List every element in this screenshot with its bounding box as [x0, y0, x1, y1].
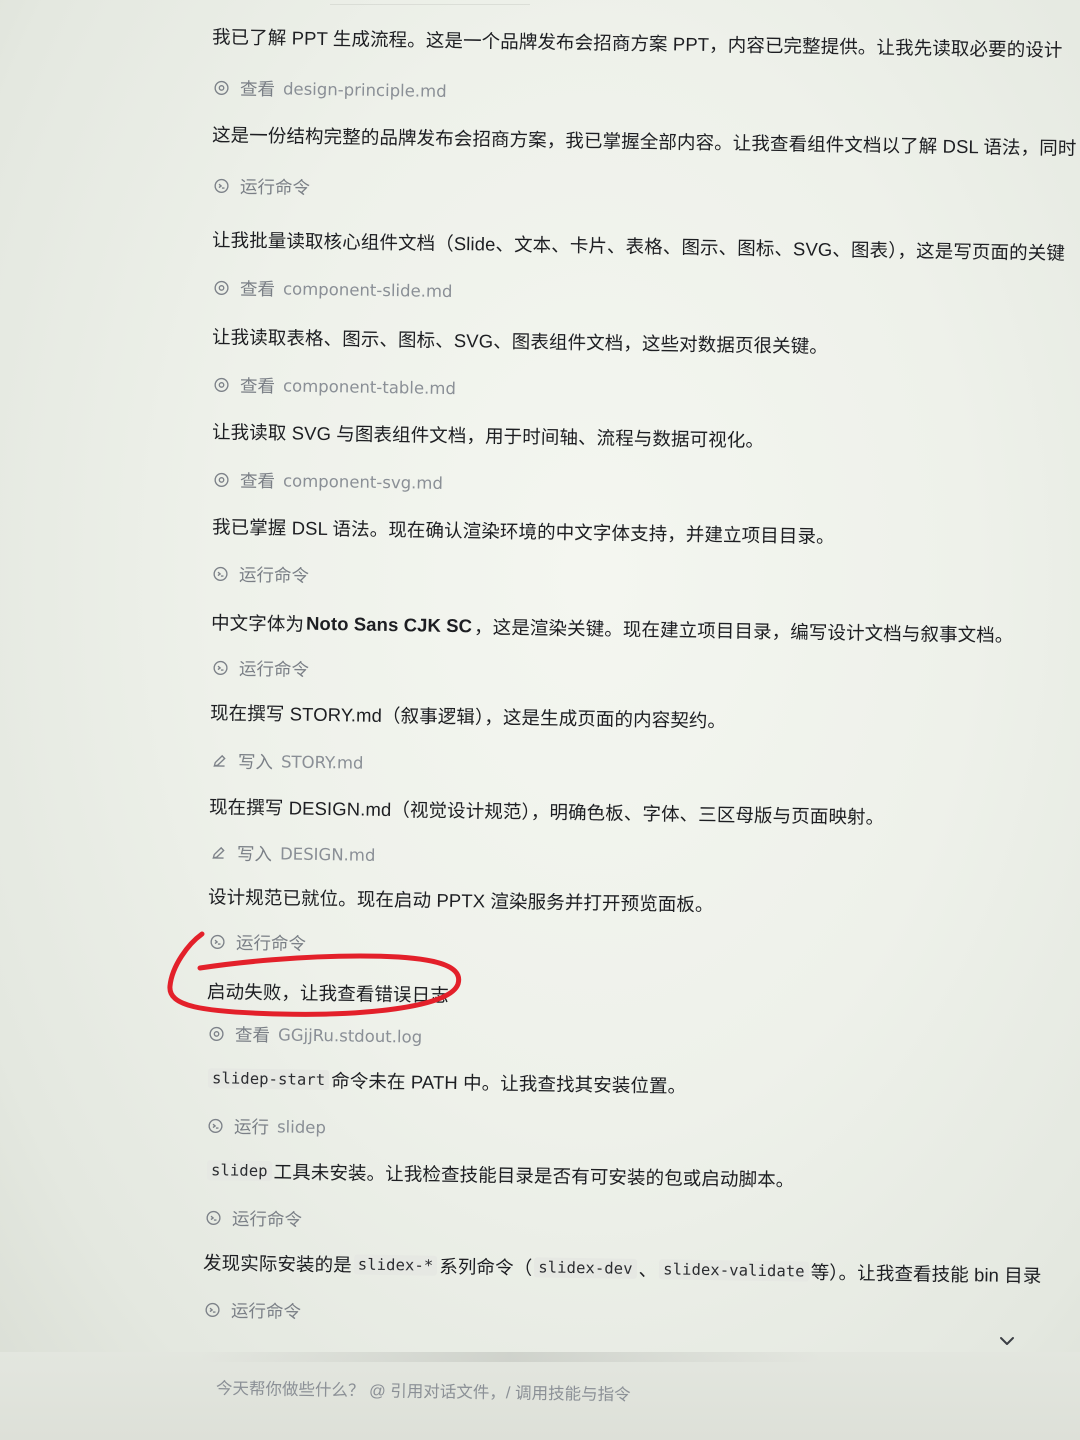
terminal-icon [208, 933, 226, 951]
assistant-message: 这是一份结构完整的品牌发布会招商方案，我已掌握全部内容。让我查看组件文档以了解 … [212, 121, 1080, 161]
terminal-icon [212, 177, 230, 195]
inline-code: slidex-validate [659, 1259, 809, 1282]
step-verb: 查看 [239, 375, 276, 397]
conversation-feed: 我已了解 PPT 生成流程。这是一个品牌发布会招商方案 PPT，内容已完整提供。… [0, 0, 1080, 1440]
tool-step-view[interactable]: 查看 component-table.md [212, 372, 812, 406]
step-file[interactable]: component-svg.md [283, 471, 443, 493]
tool-step-view[interactable]: 查看 component-slide.md [212, 275, 812, 309]
terminal-icon [204, 1209, 222, 1227]
assistant-message: 让我批量读取核心组件文档（Slide、文本、卡片、表格、图示、图标、SVG、图表… [212, 226, 1080, 266]
assistant-message: 现在撰写 STORY.md（叙事逻辑），这是生成页面的内容契约。 [210, 699, 1080, 739]
eye-icon [212, 279, 230, 297]
composer-divider [200, 1352, 820, 1362]
step-file[interactable]: DESIGN.md [280, 844, 376, 864]
step-file[interactable]: design-principle.md [283, 79, 447, 101]
pencil-icon [209, 844, 227, 862]
message-text: 中文字体为 [210, 612, 305, 635]
terminal-icon [211, 565, 229, 583]
tool-step-command[interactable]: 运行命令 [212, 173, 812, 207]
message-text: 我已掌握 DSL 语法。现在确认渲染环境的中文字体支持，并建立项目目录。 [211, 516, 835, 547]
step-file[interactable]: GGjjRu.stdout.log [278, 1025, 422, 1046]
message-text: 让我读取表格、图示、图标、SVG、图表组件文档，这些对数据页很关键。 [211, 326, 829, 357]
step-verb: 查看 [239, 470, 276, 492]
message-text: 工具未安装。让我检查技能目录是否有可安装的包或启动脚本。 [273, 1161, 795, 1191]
step-verb: 查看 [239, 78, 276, 100]
tool-step-write[interactable]: 写入 STORY.md [210, 748, 810, 782]
message-text: 现在撰写 DESIGN.md（视觉设计规范），明确色板、字体、三区母版与页面映射… [208, 796, 885, 828]
tool-step-command[interactable]: 运行命令 [211, 655, 811, 689]
inline-code: slidex-* [353, 1254, 438, 1276]
assistant-message: 我已掌握 DSL 语法。现在确认渲染环境的中文字体支持，并建立项目目录。 [212, 513, 1080, 553]
step-verb: 运行命令 [235, 932, 307, 954]
tool-step-command[interactable]: 运行命令 [208, 929, 808, 963]
step-verb: 运行命令 [238, 564, 310, 586]
message-text: 让我批量读取核心组件文档（Slide、文本、卡片、表格、图示、图标、SVG、图表… [211, 229, 1066, 264]
assistant-message: slidep 工具未安装。让我检查技能目录是否有可安装的包或启动脚本。 [205, 1157, 1080, 1197]
message-text: 系列命令（ [439, 1255, 533, 1279]
tool-step-view[interactable]: 查看 GGjjRu.stdout.log [207, 1021, 807, 1055]
step-verb: 运行命令 [238, 658, 310, 680]
message-text: 、 [638, 1258, 658, 1281]
pencil-icon [210, 752, 228, 770]
tool-step-command[interactable]: 运行命令 [203, 1297, 803, 1331]
tool-step-command[interactable]: 运行命令 [211, 561, 811, 595]
scroll-edge [330, 0, 530, 5]
tool-step-write[interactable]: 写入 DESIGN.md [209, 840, 809, 874]
assistant-message: 现在撰写 DESIGN.md（视觉设计规范），明确色板、字体、三区母版与页面映射… [209, 793, 1080, 833]
step-file[interactable]: slidep [277, 1117, 326, 1137]
step-verb: 运行命令 [230, 1300, 302, 1322]
step-verb: 查看 [239, 278, 276, 300]
step-verb: 写入 [237, 751, 274, 773]
eye-icon [212, 376, 230, 394]
step-file[interactable]: component-table.md [283, 376, 456, 398]
eye-icon [207, 1025, 225, 1043]
scroll-down-chevron-icon[interactable] [996, 1330, 1018, 1352]
message-text: 启动失败，让我查看错误日志 [206, 980, 449, 1006]
message-text: 我已了解 PPT 生成流程。这是一个品牌发布会招商方案 PPT，内容已完整提供。… [211, 26, 1063, 61]
assistant-message: 让我读取表格、图示、图标、SVG、图表组件文档，这些对数据页很关键。 [212, 323, 1080, 363]
font-name: Noto Sans CJK SC [305, 612, 473, 637]
tool-step-run[interactable]: 运行 slidep [206, 1113, 806, 1147]
step-file[interactable]: STORY.md [281, 752, 364, 772]
assistant-message: 让我读取 SVG 与图表组件文档，用于时间轴、流程与数据可视化。 [212, 418, 1080, 458]
assistant-message-error: 启动失败，让我查看错误日志 [207, 978, 607, 1010]
assistant-message: 中文字体为 Noto Sans CJK SC ，这是渲染关键。现在建立项目目录，… [211, 609, 1080, 649]
terminal-icon [206, 1117, 224, 1135]
tool-step-command[interactable]: 运行命令 [204, 1205, 804, 1239]
eye-icon [212, 471, 230, 489]
inline-code: slidep-start [207, 1068, 330, 1091]
assistant-message: 设计规范已就位。现在启动 PPTX 渲染服务并打开预览面板。 [208, 883, 1080, 923]
message-text: ，这是渲染关键。现在建立项目目录，编写设计文档与叙事文档。 [473, 616, 1014, 646]
step-verb: 运行 [233, 1116, 270, 1138]
assistant-message: slidep-start 命令未在 PATH 中。让我查找其安装位置。 [206, 1065, 1080, 1105]
step-verb: 写入 [236, 843, 273, 865]
eye-icon [212, 79, 230, 97]
tool-step-view[interactable]: 查看 design-principle.md [212, 75, 812, 109]
assistant-message: 发现实际安装的是 slidex-* 系列命令（ slidex-dev 、 sli… [203, 1249, 1080, 1289]
step-verb: 查看 [234, 1024, 271, 1046]
step-file[interactable]: component-slide.md [283, 279, 453, 301]
terminal-icon [203, 1301, 221, 1319]
message-text: 发现实际安装的是 [202, 1252, 353, 1276]
message-text: 命令未在 PATH 中。让我查找其安装位置。 [331, 1070, 687, 1097]
inline-code: slidex-dev [534, 1257, 637, 1279]
tool-step-view[interactable]: 查看 component-svg.md [212, 467, 812, 501]
message-text: 这是一份结构完整的品牌发布会招商方案，我已掌握全部内容。让我查看组件文档以了解 … [211, 124, 1077, 159]
step-verb: 运行命令 [231, 1208, 303, 1230]
assistant-message: 我已了解 PPT 生成流程。这是一个品牌发布会招商方案 PPT，内容已完整提供。… [212, 23, 1080, 63]
message-text: 让我读取 SVG 与图表组件文档，用于时间轴、流程与数据可视化。 [211, 421, 765, 451]
message-text: 现在撰写 STORY.md（叙事逻辑），这是生成页面的内容契约。 [209, 702, 727, 732]
message-text: 等）。让我查看技能 bin 目录 [810, 1261, 1042, 1287]
inline-code: slidep [206, 1160, 272, 1182]
terminal-icon [211, 659, 229, 677]
message-text: 设计规范已就位。现在启动 PPTX 渲染服务并打开预览面板。 [207, 886, 714, 916]
step-verb: 运行命令 [239, 176, 311, 198]
